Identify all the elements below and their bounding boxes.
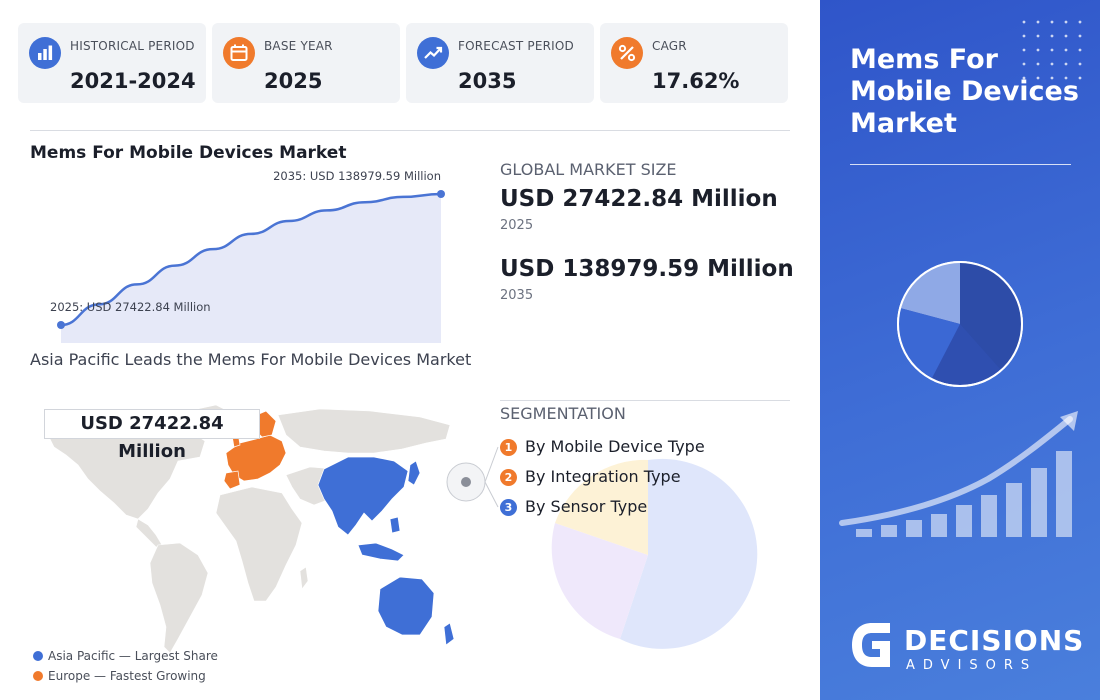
market-value-start: USD 27422.84 Million — [500, 186, 778, 212]
chart-title: Mems For Mobile Devices Market — [30, 143, 347, 163]
calendar-icon — [223, 37, 255, 69]
kpi-label: HISTORICAL PERIOD — [70, 39, 195, 53]
map-region-north-asia — [277, 408, 451, 454]
segmentation-title: SEGMENTATION — [500, 404, 626, 423]
kpi-label: FORECAST PERIOD — [458, 39, 574, 53]
map-region-south-america — [149, 542, 209, 654]
market-trend-chart: 2025: USD 27422.84 Million 2035: USD 1389… — [50, 169, 445, 343]
trend-area-fill — [61, 194, 441, 343]
trend-annotation-2025: 2025: USD 27422.84 Million — [50, 300, 211, 314]
segment-number-badge: 2 — [500, 469, 517, 486]
kpi-value: 2025 — [264, 69, 323, 93]
trend-annotation-2035: 2035: USD 138979.59 Million — [273, 169, 441, 183]
market-year-end: 2035 — [500, 288, 534, 303]
segment-number-badge: 3 — [500, 499, 517, 516]
segment-item-3[interactable]: 3 By Sensor Type — [500, 497, 647, 517]
map-region-madagascar — [299, 566, 309, 590]
kpi-value: 17.62% — [652, 69, 740, 93]
segmentation-divider — [500, 400, 790, 401]
segment-item-2[interactable]: 2 By Integration Type — [500, 467, 681, 487]
map-legend-label: Asia Pacific — Largest Share — [48, 649, 218, 663]
segment-label: By Sensor Type — [525, 497, 648, 516]
trend-point-2025 — [57, 321, 65, 329]
kpi-value: 2035 — [458, 69, 517, 93]
segment-number-badge: 1 — [500, 439, 517, 456]
map-legend-item: Europe — Fastest Growing — [33, 669, 206, 683]
trend-up-icon — [417, 37, 449, 69]
kpi-value: 2021-2024 — [70, 69, 196, 93]
segment-label: By Mobile Device Type — [525, 437, 705, 456]
logo-mark-icon — [852, 623, 890, 667]
kpi-card-historical-period: HISTORICAL PERIOD 2021-2024 — [18, 23, 206, 103]
map-callout-value: USD 27422.84 Million — [44, 409, 260, 462]
brand-logo: DECISIONS ADVISORS — [850, 620, 1083, 680]
map-region-philippines — [389, 516, 401, 534]
growth-bars-illustration — [839, 411, 1078, 537]
segment-label: By Integration Type — [525, 467, 681, 486]
map-legend-label: Europe — Fastest Growing — [48, 669, 206, 683]
legend-dot-europe — [33, 671, 43, 681]
segment-item-1[interactable]: 1 By Mobile Device Type — [500, 437, 705, 457]
map-region-japan — [407, 460, 421, 486]
global-market-size-label: GLOBAL MARKET SIZE — [500, 160, 677, 179]
map-region-central-america — [135, 518, 163, 548]
kpi-card-base-year: BASE YEAR 2025 — [212, 23, 400, 103]
map-title: Asia Pacific Leads the Mems For Mobile D… — [30, 350, 472, 369]
map-region-australia — [377, 576, 435, 636]
kpi-label: CAGR — [652, 39, 687, 53]
kpi-card-cagr: CAGR 17.62% — [600, 23, 788, 103]
map-legend-item: Asia Pacific — Largest Share — [33, 649, 218, 663]
legend-dot-asia-pacific — [33, 651, 43, 661]
map-region-indonesia — [357, 542, 405, 562]
pie-chart-illustration — [897, 261, 1023, 387]
brand-name: DECISIONS — [904, 624, 1085, 657]
kpi-label: BASE YEAR — [264, 39, 333, 53]
brand-subtitle: ADVISORS — [906, 658, 1038, 673]
report-side-panel: Mems For Mobile Devices Market DECISIONS… — [820, 0, 1100, 700]
map-region-africa — [215, 486, 303, 602]
panel-divider — [850, 164, 1071, 165]
report-title: Mems For Mobile Devices Market — [850, 44, 1079, 139]
percent-icon — [611, 37, 643, 69]
map-region-iberia — [223, 470, 241, 490]
trend-point-2035 — [437, 190, 445, 198]
section-divider — [30, 130, 790, 131]
market-year-start: 2025 — [500, 218, 534, 233]
kpi-card-forecast-period: FORECAST PERIOD 2035 — [406, 23, 594, 103]
bar-chart-icon — [29, 37, 61, 69]
market-value-end: USD 138979.59 Million — [500, 256, 794, 282]
